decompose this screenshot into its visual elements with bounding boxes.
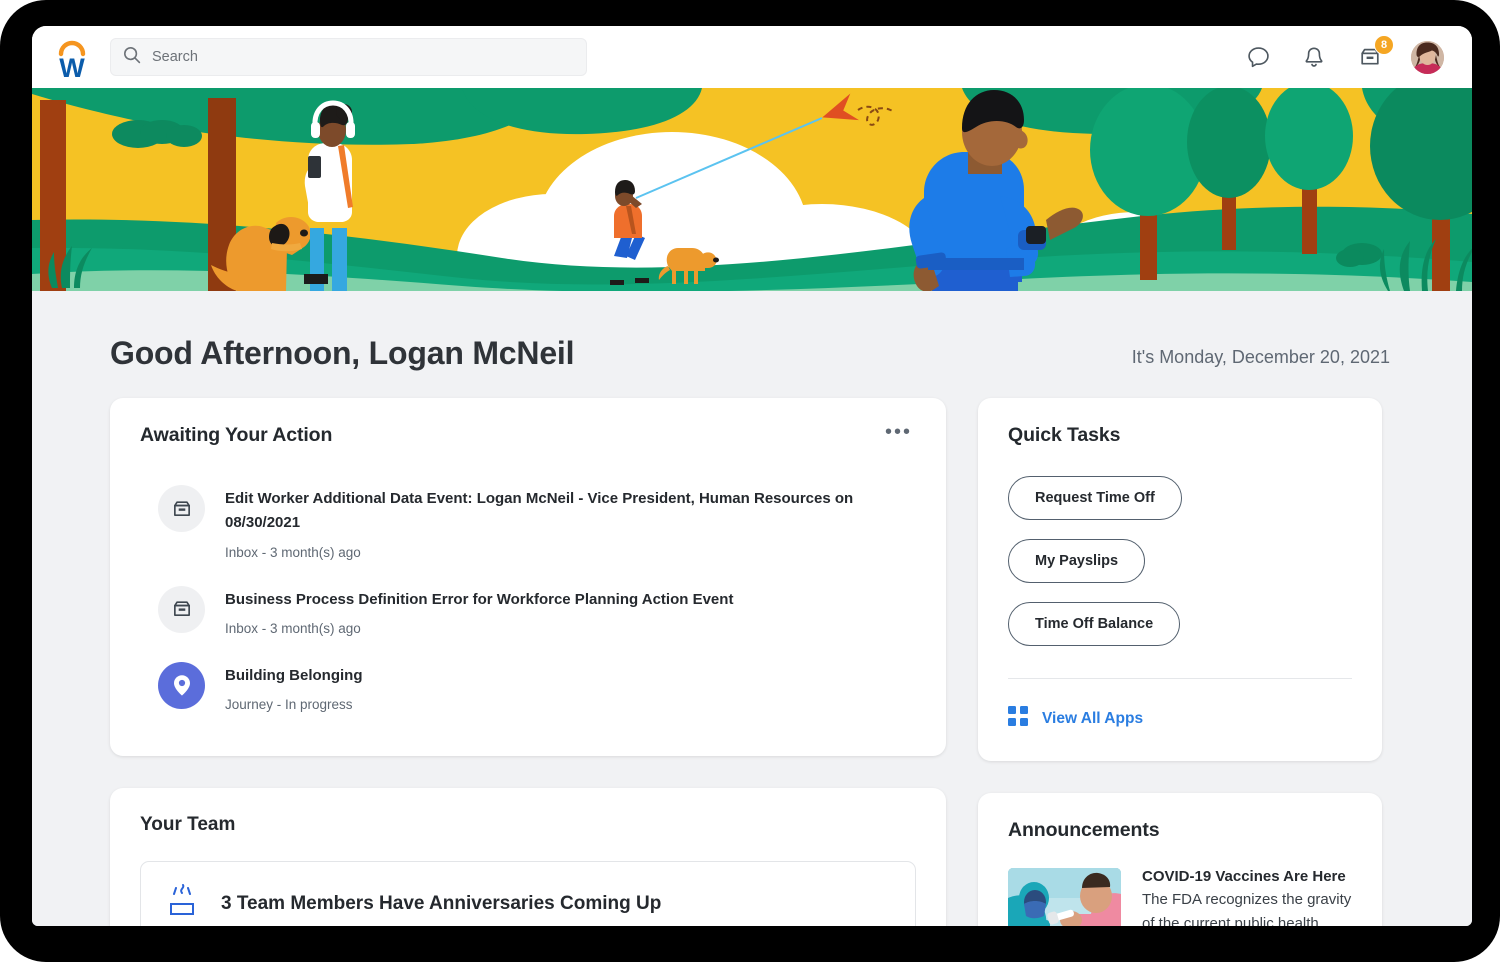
announcement-text: COVID-19 Vaccines Are Here The FDA recog… — [1142, 868, 1352, 926]
list-item-text: Building Belonging Journey - In progress — [225, 660, 362, 712]
search-box[interactable] — [110, 38, 587, 76]
request-time-off-button[interactable]: Request Time Off — [1008, 476, 1182, 520]
current-date-label: It's Monday, December 20, 2021 — [1132, 347, 1394, 372]
grid-apps-icon — [1008, 706, 1028, 731]
celebration-icon — [165, 884, 199, 923]
page-title: Good Afternoon, Logan McNeil — [110, 335, 574, 372]
list-item[interactable]: 3 Team Members Have Anniversaries Coming… — [140, 861, 916, 926]
list-item-title: Building Belonging — [225, 664, 362, 688]
list-item-title: Business Process Definition Error for Wo… — [225, 588, 733, 612]
announcement-body: The FDA recognizes the gravity of the cu… — [1142, 888, 1352, 926]
list-item-text: Business Process Definition Error for Wo… — [225, 584, 733, 636]
announcement-title: COVID-19 Vaccines Are Here — [1142, 868, 1352, 885]
quick-tasks-buttons: Request Time Off My Payslips Time Off Ba… — [1008, 476, 1352, 665]
workday-logo[interactable]: W — [52, 37, 92, 79]
svg-text:W: W — [59, 53, 85, 79]
search-icon — [123, 46, 141, 69]
announcement-thumbnail — [1008, 868, 1121, 926]
divider — [1008, 678, 1352, 679]
inbox-icon — [158, 485, 205, 532]
list-item-text: Edit Worker Additional Data Event: Logan… — [225, 483, 865, 560]
view-all-apps-label: View All Apps — [1042, 710, 1143, 728]
side-column: Quick Tasks Request Time Off My Payslips… — [978, 398, 1382, 926]
time-off-balance-button[interactable]: Time Off Balance — [1008, 602, 1180, 646]
your-team-title: Your Team — [140, 814, 916, 836]
top-actions: 8 — [1243, 41, 1450, 74]
list-item-title: 3 Team Members Have Anniversaries Coming… — [221, 893, 661, 915]
device-bezel: W — [0, 0, 1500, 962]
avatar[interactable] — [1411, 41, 1444, 74]
quick-tasks-title: Quick Tasks — [1008, 424, 1352, 447]
my-payslips-button[interactable]: My Payslips — [1008, 539, 1145, 583]
view-all-apps-link[interactable]: View All Apps — [1008, 706, 1352, 731]
announcements-card: Announcements — [978, 793, 1382, 926]
inbox-badge-count: 8 — [1374, 35, 1394, 55]
list-item-subtitle: Journey - In progress — [225, 697, 362, 712]
list-item[interactable]: COVID-19 Vaccines Are Here The FDA recog… — [1008, 868, 1352, 926]
your-team-card: Your Team 3 Team Members Have Ann — [110, 788, 946, 926]
card-header: Awaiting Your Action ••• — [140, 424, 916, 447]
page-content: Good Afternoon, Logan McNeil It's Monday… — [32, 291, 1472, 926]
top-navigation-bar: W — [32, 26, 1472, 88]
awaiting-your-action-card: Awaiting Your Action ••• — [110, 398, 946, 756]
app-viewport: W — [32, 26, 1472, 926]
list-item-title: Edit Worker Additional Data Event: Logan… — [225, 487, 865, 536]
list-item[interactable]: Business Process Definition Error for Wo… — [140, 574, 916, 650]
list-item-subtitle: Inbox - 3 month(s) ago — [225, 621, 733, 636]
inbox-icon — [158, 586, 205, 633]
map-pin-icon — [158, 662, 205, 709]
awaiting-card-title: Awaiting Your Action — [140, 424, 332, 447]
overflow-menu-icon[interactable]: ••• — [881, 424, 916, 440]
inbox-icon[interactable]: 8 — [1355, 42, 1385, 72]
greeting-row: Good Afternoon, Logan McNeil It's Monday… — [110, 291, 1394, 398]
awaiting-items-list: Edit Worker Additional Data Event: Logan… — [140, 473, 916, 726]
bell-icon[interactable] — [1299, 42, 1329, 72]
main-column: Awaiting Your Action ••• — [110, 398, 946, 926]
list-item[interactable]: Building Belonging Journey - In progress — [140, 650, 916, 726]
hero-banner-illustration — [32, 88, 1472, 291]
list-item-subtitle: Inbox - 3 month(s) ago — [225, 545, 865, 560]
announcements-title: Announcements — [1008, 819, 1352, 842]
chat-icon[interactable] — [1243, 42, 1273, 72]
quick-tasks-card: Quick Tasks Request Time Off My Payslips… — [978, 398, 1382, 761]
dashboard-columns: Awaiting Your Action ••• — [110, 398, 1394, 926]
search-input[interactable] — [152, 49, 574, 65]
list-item[interactable]: Edit Worker Additional Data Event: Logan… — [140, 473, 916, 574]
